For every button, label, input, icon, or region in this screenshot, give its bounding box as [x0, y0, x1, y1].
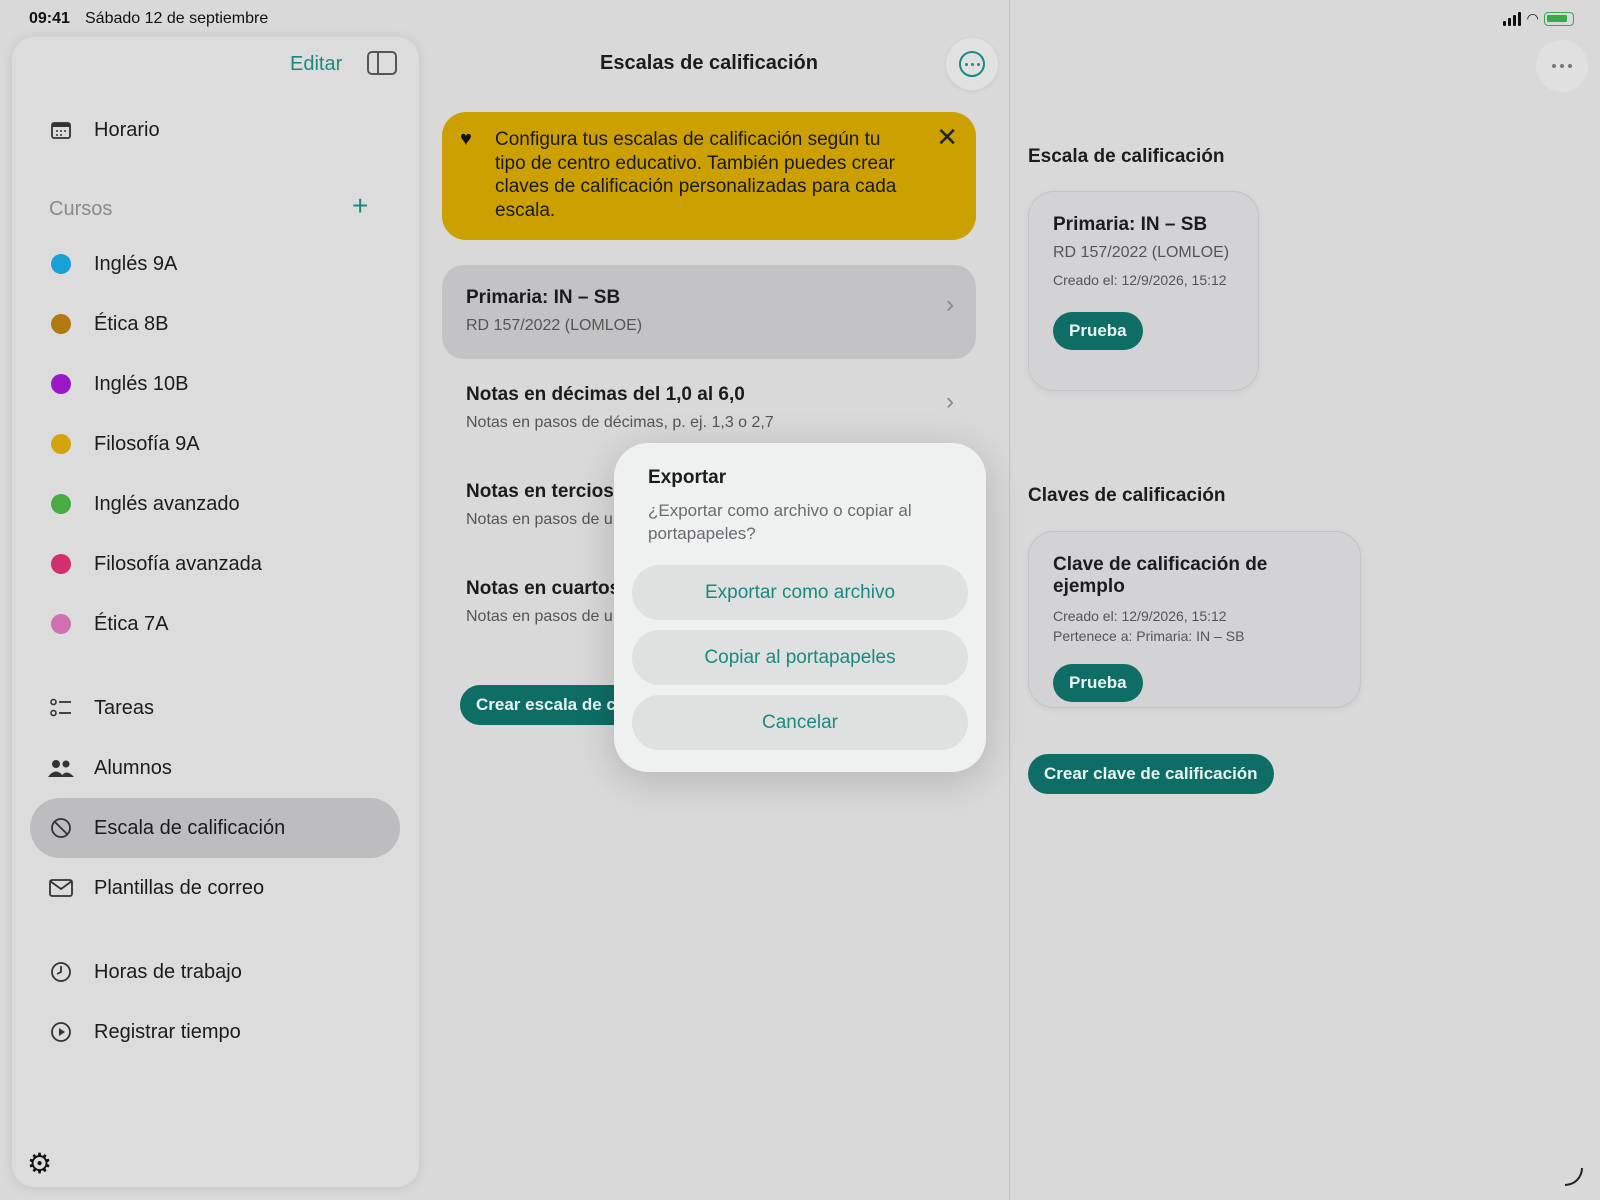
sidebar-toggle-icon[interactable]	[367, 51, 397, 75]
copy-clipboard-button[interactable]: Copiar al portapapeles	[632, 630, 968, 685]
sidebar-item-label: Horario	[94, 118, 160, 141]
info-banner: ♥ Configura tus escalas de calificación …	[442, 112, 976, 240]
sidebar-item-course[interactable]: Filosofía 9A	[30, 414, 400, 474]
course-color-dot	[51, 434, 71, 454]
settings-gear-icon[interactable]: ⚙	[27, 1147, 52, 1180]
scale-subtitle: RD 157/2022 (LOMLOE)	[466, 317, 643, 334]
test-button[interactable]: Prueba	[1053, 312, 1143, 350]
sidebar-item-course[interactable]: Ética 7A	[30, 594, 400, 654]
sidebar-item-plantillas[interactable]: Plantillas de correo	[30, 858, 400, 918]
sidebar-item-label: Registrar tiempo	[94, 1020, 241, 1043]
status-time: 09:41	[29, 10, 70, 27]
status-icons: ◠	[1503, 10, 1574, 27]
sidebar-item-registrar[interactable]: Registrar tiempo	[30, 1002, 400, 1062]
sidebar-item-label: Filosofía 9A	[94, 432, 200, 455]
banner-text: Configura tus escalas de calificación se…	[495, 129, 897, 221]
export-file-button[interactable]: Exportar como archivo	[632, 565, 968, 620]
play-circle-icon	[38, 1021, 84, 1043]
scale-card[interactable]: Primaria: IN – SB RD 157/2022 (LOMLOE) C…	[1028, 191, 1259, 391]
scale-section-title: Escala de calificación	[1028, 146, 1225, 167]
more-options-button[interactable]	[946, 38, 998, 90]
test-button[interactable]: Prueba	[1053, 664, 1143, 702]
keys-section-title: Claves de calificación	[1028, 485, 1226, 506]
sidebar-item-label: Inglés 9A	[94, 252, 178, 275]
course-color-dot	[51, 374, 71, 394]
courses-section-title: Cursos	[49, 198, 113, 220]
calendar-icon	[38, 120, 84, 140]
card-created: Creado el: 12/9/2026, 15:12	[1053, 608, 1227, 624]
sidebar-item-course[interactable]: Inglés 10B	[30, 354, 400, 414]
sidebar-item-escala[interactable]: Escala de calificación	[30, 798, 400, 858]
close-banner-icon[interactable]: ✕	[936, 124, 958, 149]
detail-panel: Escala de calificación Primaria: IN – SB…	[1010, 36, 1600, 1200]
sidebar-item-label: Alumnos	[94, 756, 172, 779]
status-date: Sábado 12 de septiembre	[85, 10, 269, 27]
course-color-dot	[51, 254, 71, 274]
cellular-signal-icon	[1503, 11, 1522, 26]
course-color-dot	[51, 614, 71, 634]
scale-subtitle: Notas en pasos de décimas, p. ej. 1,3 o …	[466, 414, 774, 431]
export-dialog: Exportar ¿Exportar como archivo o copiar…	[614, 443, 986, 772]
wifi-icon: ◠	[1527, 10, 1538, 26]
add-course-button[interactable]: +	[352, 190, 368, 222]
sidebar-item-tareas[interactable]: Tareas	[30, 678, 400, 738]
sidebar-item-horario[interactable]: Horario	[30, 100, 400, 160]
course-color-dot	[51, 314, 71, 334]
scale-title: Notas en décimas del 1,0 al 6,0	[466, 384, 745, 405]
sidebar-item-label: Plantillas de correo	[94, 876, 265, 899]
sidebar: Editar Horario Cursos + Inglés 9A Ética …	[12, 37, 419, 1187]
dialog-message: ¿Exportar como archivo o copiar al porta…	[648, 501, 912, 543]
sidebar-item-label: Inglés 10B	[94, 372, 189, 395]
card-title: Primaria: IN – SB	[1053, 214, 1208, 235]
edit-button[interactable]: Editar	[290, 53, 342, 76]
chevron-right-icon: ›	[946, 291, 954, 318]
course-color-dot	[51, 554, 71, 574]
sidebar-item-course[interactable]: Ética 8B	[30, 294, 400, 354]
dialog-title: Exportar	[648, 467, 727, 488]
card-title: Clave de calificación de ejemplo	[1053, 554, 1268, 597]
key-card[interactable]: Clave de calificación de ejemplo Creado …	[1028, 531, 1361, 708]
sidebar-item-label: Filosofía avanzada	[94, 552, 262, 575]
mail-icon	[38, 879, 84, 897]
sidebar-item-label: Escala de calificación	[94, 816, 286, 839]
card-subtitle: RD 157/2022 (LOMLOE)	[1053, 244, 1230, 261]
checklist-icon	[38, 698, 84, 718]
ellipsis-circle-icon	[959, 51, 985, 77]
card-created: Creado el: 12/9/2026, 15:12	[1053, 272, 1227, 288]
scale-row[interactable]: Primaria: IN – SB RD 157/2022 (LOMLOE) ›	[442, 265, 976, 359]
sidebar-item-alumnos[interactable]: Alumnos	[30, 738, 400, 798]
create-key-button[interactable]: Crear clave de calificación	[1028, 754, 1274, 794]
sidebar-item-label: Inglés avanzado	[94, 492, 240, 515]
heart-icon: ♥	[460, 128, 472, 150]
sidebar-item-label: Ética 7A	[94, 612, 169, 635]
sidebar-item-course[interactable]: Inglés 9A	[30, 234, 400, 294]
chevron-right-icon: ›	[946, 388, 954, 415]
sidebar-item-course[interactable]: Filosofía avanzada	[30, 534, 400, 594]
course-color-dot	[51, 494, 71, 514]
clock-icon	[38, 961, 84, 983]
status-bar: 09:41 Sábado 12 de septiembre ◠	[0, 0, 1600, 36]
sidebar-item-horas[interactable]: Horas de trabajo	[30, 942, 400, 1002]
card-belongs: Pertenece a: Primaria: IN – SB	[1053, 628, 1245, 644]
page-title: Escalas de calificación	[600, 52, 818, 74]
scale-title: Primaria: IN – SB	[466, 287, 621, 308]
battery-icon	[1544, 11, 1574, 26]
sidebar-item-label: Tareas	[94, 696, 155, 719]
sidebar-item-label: Horas de trabajo	[94, 960, 242, 983]
sidebar-item-label: Ética 8B	[94, 312, 169, 335]
grading-icon	[38, 817, 84, 839]
sidebar-item-course[interactable]: Inglés avanzado	[30, 474, 400, 534]
ellipsis-icon[interactable]	[1536, 40, 1588, 92]
scale-row[interactable]: Notas en décimas del 1,0 al 6,0 Notas en…	[442, 362, 976, 456]
cancel-button[interactable]: Cancelar	[632, 695, 968, 750]
people-icon	[38, 758, 84, 778]
